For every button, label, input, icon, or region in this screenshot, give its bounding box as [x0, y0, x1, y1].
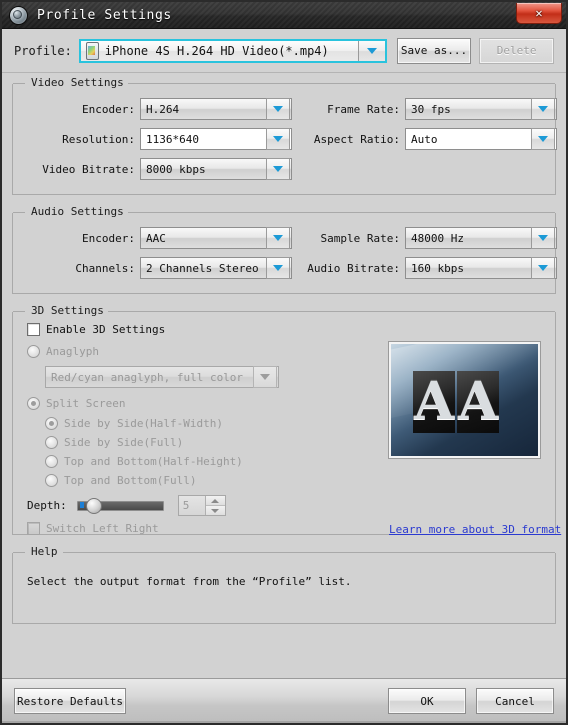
preview-right-pane: A [457, 371, 499, 433]
window-title: Profile Settings [37, 7, 172, 23]
chevron-down-icon[interactable] [266, 158, 290, 180]
split-option-label-0: Side by Side(Half-Width) [64, 417, 223, 430]
preview-left-pane: A [413, 371, 455, 433]
audio-encoder-select[interactable]: AAC [140, 227, 292, 249]
channels-select[interactable]: 2 Channels Stereo [140, 257, 292, 279]
depth-stepper-buttons [204, 496, 225, 515]
channels-label: Channels: [75, 261, 135, 275]
anaglyph-select: Red/cyan anaglyph, full color [45, 366, 279, 388]
video-encoder-value: H.264 [146, 102, 180, 116]
depth-stepper: 5 [177, 495, 226, 516]
sample-rate-value: 48000 Hz [411, 231, 464, 245]
depth-slider-mark [79, 501, 84, 508]
chevron-down-icon[interactable] [531, 257, 555, 279]
audio-bitrate-label: Audio Bitrate: [307, 261, 400, 275]
help-title: Help [27, 545, 62, 558]
save-as-button[interactable]: Save as... [396, 37, 472, 64]
frame-rate-label: Frame Rate: [327, 102, 400, 116]
anaglyph-label: Anaglyph [46, 345, 99, 358]
split-screen-label: Split Screen [46, 397, 126, 410]
switch-left-right-label: Switch Left Right [46, 522, 159, 535]
profile-bar: Profile: iPhone 4S H.264 HD Video(*.mp4)… [2, 29, 566, 73]
chevron-down-icon[interactable] [531, 98, 555, 120]
delete-button: Delete [479, 37, 554, 64]
anaglyph-value: Red/cyan anaglyph, full color [51, 370, 244, 384]
audio-settings-group: Audio Settings Encoder: AAC Sample Rate:… [12, 205, 557, 294]
chevron-down-icon [253, 366, 277, 388]
3d-preview-thumbnail: A A [388, 341, 541, 459]
anaglyph-radio [27, 345, 40, 358]
split-screen-radio [27, 397, 40, 410]
frame-rate-select[interactable]: 30 fps [405, 98, 557, 120]
audio-bitrate-value: 160 kbps [411, 261, 464, 275]
depth-slider-handle [85, 497, 102, 514]
profile-settings-window: Profile Settings ✕ Profile: iPhone 4S H.… [0, 0, 568, 725]
preview-panes: A A [413, 371, 499, 433]
3d-settings-title: 3D Settings [27, 304, 108, 317]
audio-encoder-label: Encoder: [82, 231, 135, 245]
video-bitrate-label: Video Bitrate: [42, 162, 135, 176]
split-option-radio-0 [45, 417, 58, 430]
chevron-up-icon [205, 496, 225, 505]
audio-settings-title: Audio Settings [27, 205, 128, 218]
video-settings-title: Video Settings [27, 76, 128, 89]
frame-rate-value: 30 fps [411, 102, 451, 116]
split-option-label-1: Side by Side(Full) [64, 436, 184, 449]
depth-slider [76, 497, 164, 514]
chevron-down-icon[interactable] [266, 257, 290, 279]
help-text: Select the output format from the “Profi… [27, 575, 352, 588]
learn-more-3d-link[interactable]: Learn more about 3D format [389, 523, 561, 536]
video-settings-group: Video Settings Encoder: H.264 Frame Rate… [12, 76, 557, 195]
aspect-ratio-value[interactable]: Auto [406, 133, 531, 146]
profile-select-value: iPhone 4S H.264 HD Video(*.mp4) [104, 43, 329, 58]
video-encoder-select[interactable]: H.264 [140, 98, 292, 120]
depth-value: 5 [182, 499, 190, 512]
chevron-down-icon[interactable] [531, 128, 555, 150]
channels-value: 2 Channels Stereo [146, 261, 259, 275]
chevron-down-icon[interactable] [266, 128, 290, 150]
ok-button[interactable]: OK [388, 688, 466, 714]
resolution-value[interactable]: 1136*640 [141, 133, 266, 146]
iphone-icon [85, 41, 99, 60]
aspect-ratio-label: Aspect Ratio: [313, 132, 400, 146]
enable-3d-checkbox[interactable] [27, 323, 40, 336]
audio-encoder-value: AAC [146, 231, 166, 245]
sample-rate-label: Sample Rate: [320, 231, 400, 245]
profile-select-inner: iPhone 4S H.264 HD Video(*.mp4) [80, 40, 358, 61]
video-bitrate-value: 8000 kbps [146, 162, 206, 176]
close-icon[interactable]: ✕ [516, 3, 562, 24]
chevron-down-icon[interactable] [357, 40, 385, 61]
split-option-label-2: Top and Bottom(Half-Height) [64, 455, 243, 468]
resolution-label: Resolution: [62, 132, 135, 146]
video-encoder-label: Encoder: [82, 102, 135, 116]
help-group: Help Select the output format from the “… [12, 545, 556, 624]
video-bitrate-select[interactable]: 8000 kbps [140, 158, 292, 180]
3d-settings-group: 3D Settings Enable 3D Settings Anaglyph … [12, 304, 561, 536]
title-bar: Profile Settings ✕ [2, 2, 566, 29]
dialog-footer: Restore Defaults OK Cancel [2, 678, 566, 723]
enable-3d-label: Enable 3D Settings [46, 323, 166, 336]
split-option-radio-3 [45, 474, 58, 487]
split-option-label-3: Top and Bottom(Full) [64, 474, 197, 487]
depth-label: Depth: [27, 499, 67, 512]
restore-defaults-button[interactable]: Restore Defaults [14, 688, 126, 714]
cancel-button[interactable]: Cancel [476, 688, 554, 714]
chevron-down-icon[interactable] [531, 227, 555, 249]
chevron-down-icon[interactable] [266, 98, 290, 120]
chevron-down-icon [205, 505, 225, 515]
switch-left-right-checkbox [27, 522, 40, 535]
audio-bitrate-select[interactable]: 160 kbps [405, 257, 557, 279]
chevron-down-icon[interactable] [266, 227, 290, 249]
profile-label: Profile: [14, 43, 72, 58]
split-option-radio-2 [45, 455, 58, 468]
settings-body: Video Settings Encoder: H.264 Frame Rate… [2, 73, 566, 678]
aspect-ratio-select[interactable]: Auto [405, 128, 557, 150]
sample-rate-select[interactable]: 48000 Hz [405, 227, 557, 249]
globe-disc-icon [9, 5, 28, 25]
resolution-select[interactable]: 1136*640 [140, 128, 292, 150]
profile-select[interactable]: iPhone 4S H.264 HD Video(*.mp4) [78, 38, 387, 63]
split-option-radio-1 [45, 436, 58, 449]
